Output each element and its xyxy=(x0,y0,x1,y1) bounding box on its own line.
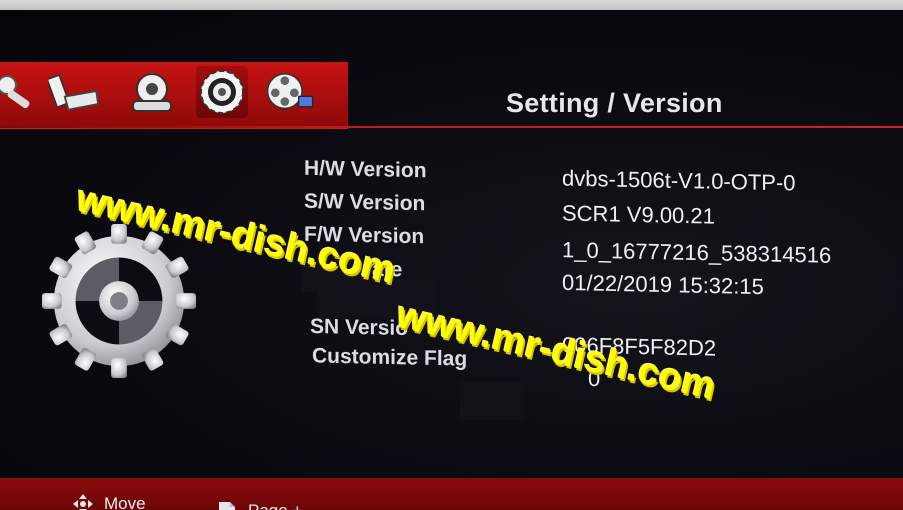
installation-icon[interactable] xyxy=(48,66,100,118)
page-title: Setting / Version xyxy=(506,88,723,118)
hw-version-value: dvbs-1506t-V1.0-OTP-0 xyxy=(562,165,796,196)
dpad-icon xyxy=(72,493,94,510)
fw-version-value: 1_0_16777216_538314516 xyxy=(562,237,832,268)
media-icon[interactable] xyxy=(264,66,316,118)
obscured-patch xyxy=(460,382,524,420)
gear-icon xyxy=(41,223,197,379)
page-hint-label: Page + xyxy=(248,501,302,510)
exit-hint: E xyxy=(374,506,417,510)
sw-version-value: SCR1 V9.00.21 xyxy=(562,200,715,229)
sw-version-label: S/W Version xyxy=(304,189,426,216)
move-hint: Move xyxy=(72,493,146,510)
channel-tools-icon[interactable] xyxy=(0,66,42,118)
page-hint: Page + xyxy=(216,500,302,510)
customize-flag-label: Customize Flag xyxy=(312,344,468,371)
date-value: 01/22/2019 15:32:15 xyxy=(562,269,764,300)
user-settings-icon[interactable] xyxy=(126,66,178,118)
main-menu-bar xyxy=(0,62,348,129)
page-icon xyxy=(216,500,238,510)
title-divider xyxy=(0,126,903,128)
footer-hint-bar: Move Page + E xyxy=(0,478,903,510)
screen: Setting / Version H/W Version dvbs-1506t… xyxy=(0,10,903,510)
exit-icon xyxy=(374,506,396,510)
hw-version-label: H/W Version xyxy=(304,156,427,183)
system-settings-icon[interactable] xyxy=(196,66,248,118)
move-hint-label: Move xyxy=(104,494,146,510)
